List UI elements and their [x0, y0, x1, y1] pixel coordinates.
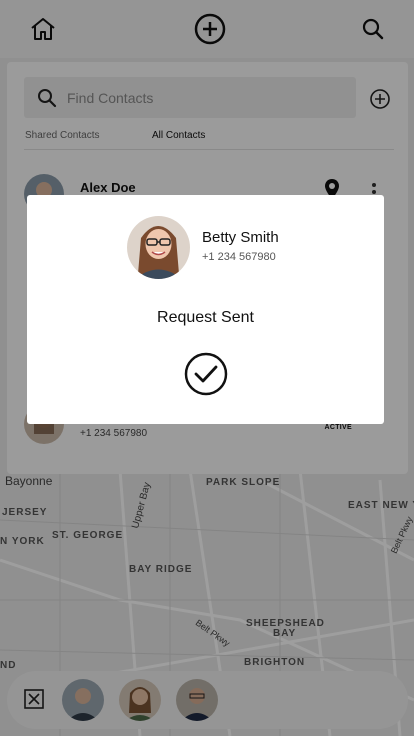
avatar — [127, 216, 190, 279]
contact-phone: +1 234 567980 — [202, 251, 276, 263]
request-sent-message: Request Sent — [157, 309, 254, 326]
request-sent-dialog: Betty Smith +1 234 567980 Request Sent — [27, 195, 384, 424]
check-circle-icon — [184, 352, 228, 396]
contact-name: Betty Smith — [202, 229, 279, 246]
